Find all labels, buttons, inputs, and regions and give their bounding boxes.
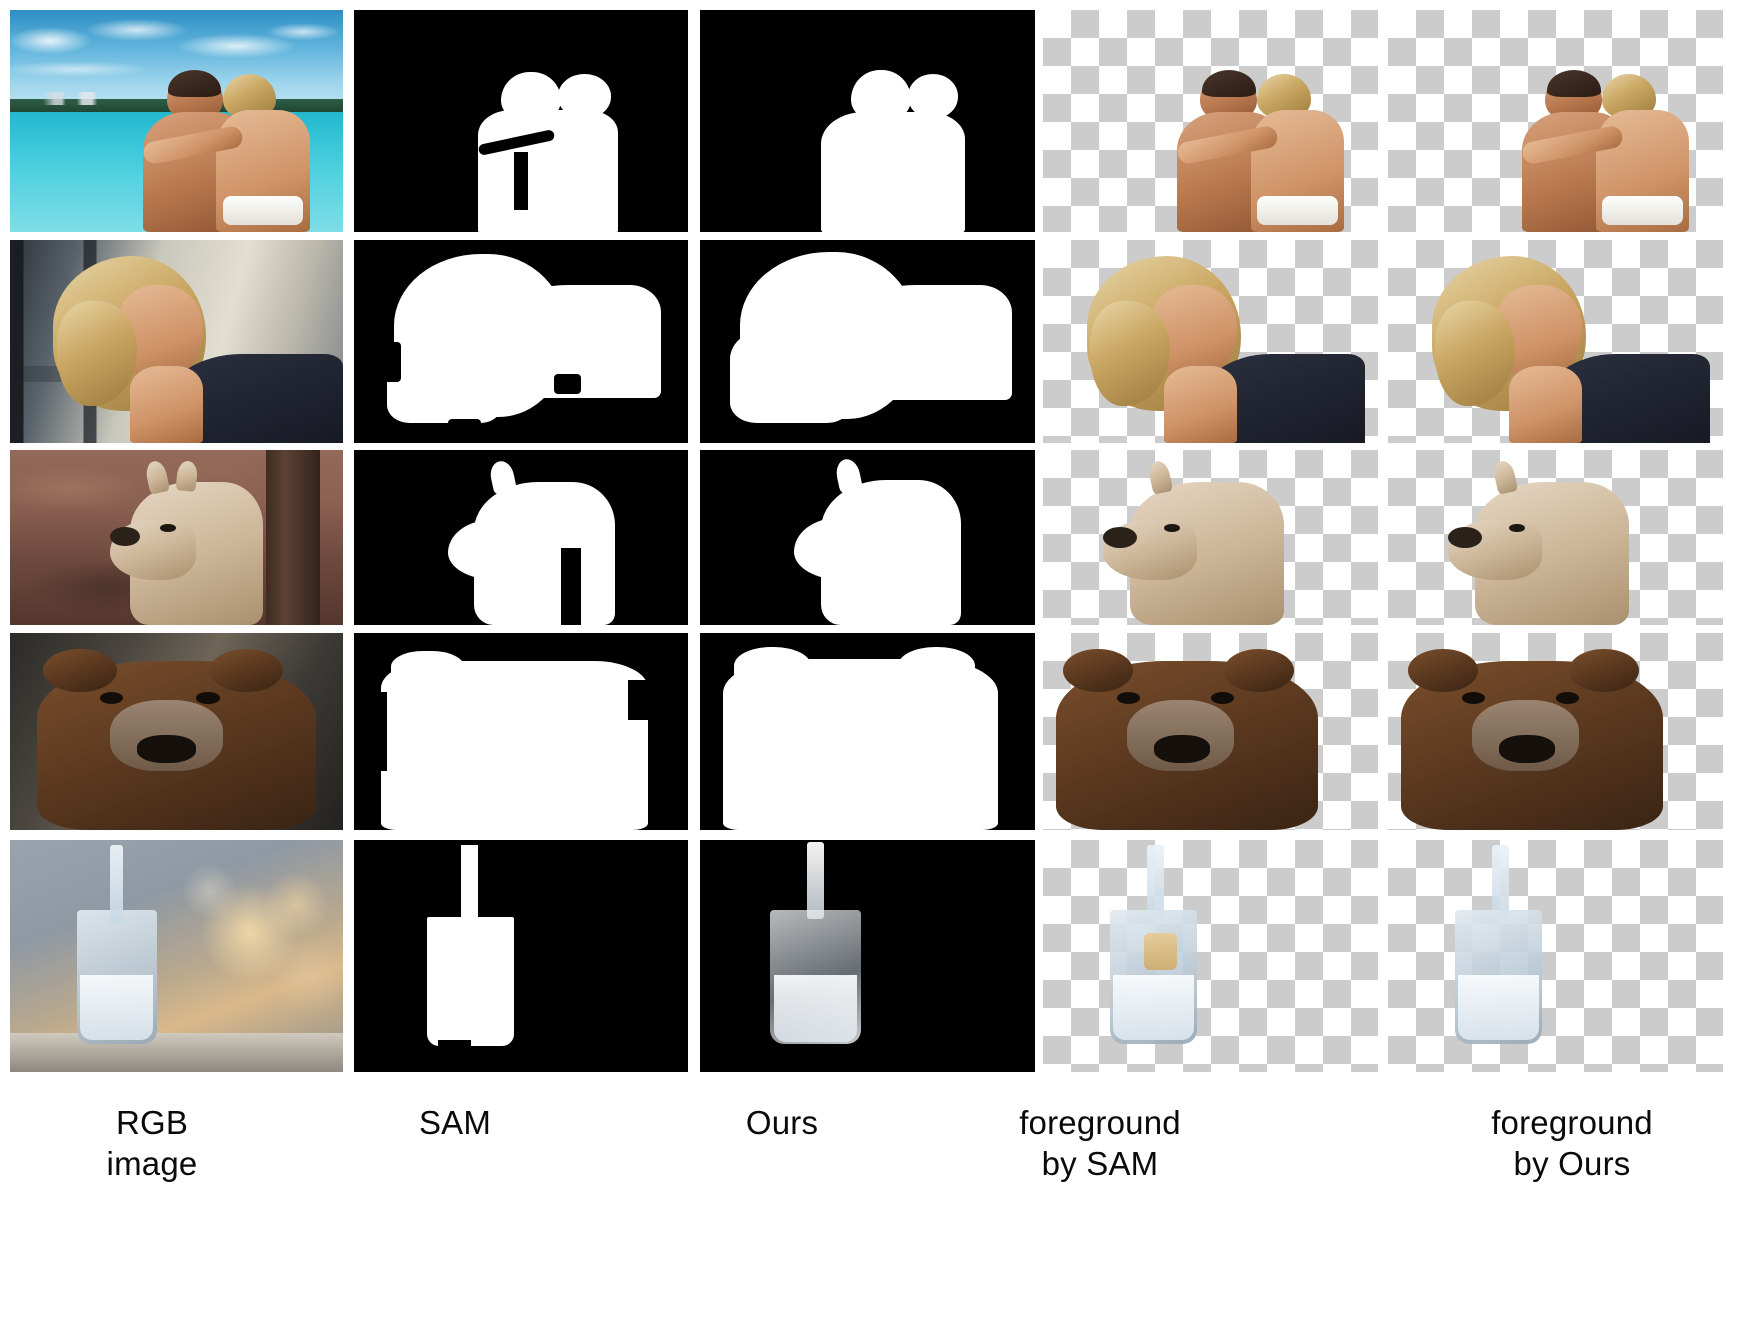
cell-glass-sam-mask bbox=[354, 840, 688, 1072]
cell-alpaca-fg-ours bbox=[1388, 450, 1723, 625]
caption-fg-sam-line1: foreground bbox=[1019, 1104, 1181, 1141]
cell-woman-sam-mask bbox=[354, 240, 688, 443]
cell-alpaca-fg-sam bbox=[1043, 450, 1378, 625]
cell-alpaca-ours-matte bbox=[700, 450, 1035, 625]
cell-bear-fg-ours bbox=[1388, 633, 1723, 830]
caption-rgb-line2: image bbox=[106, 1145, 198, 1183]
comparison-figure: RGB image SAM Ours foreground by SAM for… bbox=[0, 0, 1738, 1336]
cell-bear-fg-sam bbox=[1043, 633, 1378, 830]
cell-woman-rgb bbox=[10, 240, 343, 443]
cell-alpaca-rgb bbox=[10, 450, 343, 625]
cell-alpaca-sam-mask bbox=[354, 450, 688, 625]
cell-glass-fg-sam bbox=[1043, 840, 1378, 1072]
cell-woman-fg-ours bbox=[1388, 240, 1723, 443]
caption-ours-line1: Ours bbox=[745, 1104, 819, 1141]
caption-rgb-line1: RGB bbox=[115, 1104, 189, 1141]
cell-couple-fg-ours bbox=[1388, 10, 1723, 232]
caption-sam-line1: SAM bbox=[418, 1104, 492, 1141]
column-caption-fg-sam: foreground by SAM bbox=[960, 1102, 1240, 1185]
column-caption-ours: Ours bbox=[662, 1102, 902, 1143]
cell-glass-rgb bbox=[10, 840, 343, 1072]
cell-bear-sam-mask bbox=[354, 633, 688, 830]
cell-couple-rgb bbox=[10, 10, 343, 232]
cell-glass-ours-matte bbox=[700, 840, 1035, 1072]
cell-couple-sam-mask bbox=[354, 10, 688, 232]
column-caption-sam: SAM bbox=[335, 1102, 575, 1143]
cell-couple-fg-sam bbox=[1043, 10, 1378, 232]
cell-couple-ours-matte bbox=[700, 10, 1035, 232]
cell-woman-ours-matte bbox=[700, 240, 1035, 443]
cell-bear-ours-matte bbox=[700, 633, 1035, 830]
cell-glass-fg-ours bbox=[1388, 840, 1723, 1072]
caption-fg-ours-line1: foreground bbox=[1491, 1104, 1653, 1141]
column-caption-rgb: RGB image bbox=[32, 1102, 272, 1185]
caption-fg-ours-line2: by Ours bbox=[1513, 1145, 1631, 1183]
caption-fg-sam-line2: by SAM bbox=[1041, 1145, 1159, 1183]
column-caption-fg-ours: foreground by Ours bbox=[1432, 1102, 1712, 1185]
cell-woman-fg-sam bbox=[1043, 240, 1378, 443]
cell-bear-rgb bbox=[10, 633, 343, 830]
